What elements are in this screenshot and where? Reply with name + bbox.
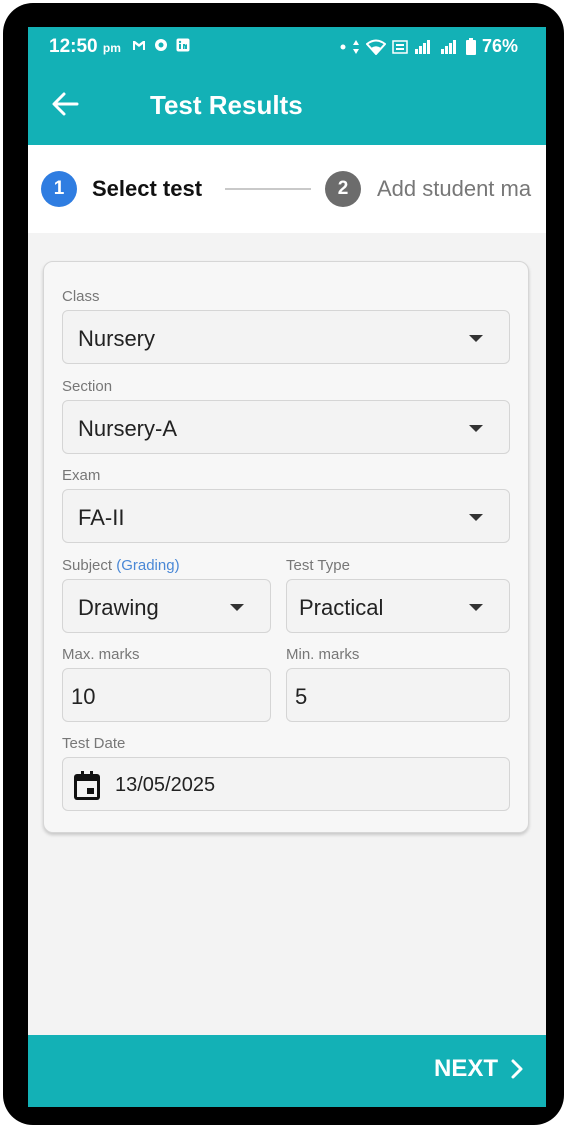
- subject-label: Subject (Grading): [62, 557, 180, 574]
- volte-icon: [392, 39, 408, 54]
- linkedin-icon: [176, 38, 190, 52]
- exam-value: FA-II: [78, 505, 125, 530]
- signal-2-icon: [440, 39, 456, 54]
- step-1-label[interactable]: Select test: [92, 176, 202, 202]
- dropdown-arrow-icon: [469, 514, 483, 521]
- test-type-value: Practical: [299, 595, 384, 620]
- subject-dropdown[interactable]: Drawing: [62, 579, 271, 633]
- min-marks-label: Min. marks: [286, 646, 360, 663]
- max-marks-value: 10: [71, 684, 96, 709]
- class-value: Nursery: [78, 326, 156, 351]
- phone-frame: 12:50 pm 76% Test Results 1 Select test …: [3, 3, 564, 1125]
- app-screen: 12:50 pm 76% Test Results 1 Select test …: [28, 27, 546, 1107]
- subject-value: Drawing: [78, 595, 159, 620]
- section-dropdown[interactable]: Nursery-A: [62, 400, 510, 454]
- gmail-icon: [132, 38, 146, 52]
- dropdown-arrow-icon: [230, 604, 244, 611]
- chevron-right-icon: [511, 1059, 523, 1079]
- next-label: NEXT: [433, 1055, 498, 1082]
- back-arrow-icon[interactable]: [50, 89, 80, 119]
- max-marks-input[interactable]: 10: [62, 668, 271, 722]
- system-icons: 76%: [340, 36, 518, 57]
- dot-icon: [340, 44, 346, 49]
- section-value: Nursery-A: [78, 416, 178, 441]
- class-dropdown[interactable]: Nursery: [62, 310, 510, 364]
- dropdown-arrow-icon: [469, 604, 483, 611]
- class-label: Class: [62, 288, 100, 305]
- status-bar: 12:50 pm 76%: [28, 27, 546, 65]
- test-date-label: Test Date: [62, 735, 126, 752]
- test-date-value: 13/05/2025: [115, 774, 216, 796]
- exam-dropdown[interactable]: FA-II: [62, 489, 510, 543]
- calendar-icon[interactable]: [71, 770, 103, 802]
- battery-percent: 76%: [481, 36, 518, 56]
- status-ampm: pm: [102, 41, 121, 55]
- step-2-label[interactable]: Add student ma: [377, 176, 531, 202]
- step-1-number[interactable]: 1: [41, 171, 77, 207]
- step-connector: [225, 188, 311, 190]
- data-arrows-icon: [352, 39, 359, 54]
- dropdown-arrow-icon: [469, 425, 483, 432]
- test-type-dropdown[interactable]: Practical: [286, 579, 510, 633]
- exam-label: Exam: [62, 467, 101, 484]
- dropdown-arrow-icon: [469, 335, 483, 342]
- min-marks-input[interactable]: 5: [286, 668, 510, 722]
- next-button[interactable]: NEXT: [434, 1055, 524, 1083]
- test-form-card: Class Nursery Section Nursery-A Exam FA-…: [43, 261, 529, 833]
- app-bar: Test Results: [28, 65, 546, 145]
- chrome-icon: [154, 38, 168, 52]
- min-marks-value: 5: [295, 684, 308, 709]
- test-type-label: Test Type: [286, 557, 350, 574]
- wifi-icon: [365, 39, 386, 55]
- grading-link[interactable]: (Grading): [116, 557, 179, 574]
- section-label: Section: [62, 378, 113, 395]
- step-2-number[interactable]: 2: [325, 171, 361, 207]
- status-time: 12:50 pm: [49, 36, 121, 57]
- bottom-bar: NEXT: [28, 1035, 546, 1107]
- test-date-input[interactable]: 13/05/2025: [62, 757, 510, 811]
- battery-icon: [465, 38, 476, 55]
- notification-icons: [132, 38, 190, 52]
- max-marks-label: Max. marks: [62, 646, 140, 663]
- stepper: 1 Select test 2 Add student ma: [28, 145, 546, 233]
- page-title: Test Results: [150, 90, 303, 120]
- signal-icon: [414, 39, 430, 54]
